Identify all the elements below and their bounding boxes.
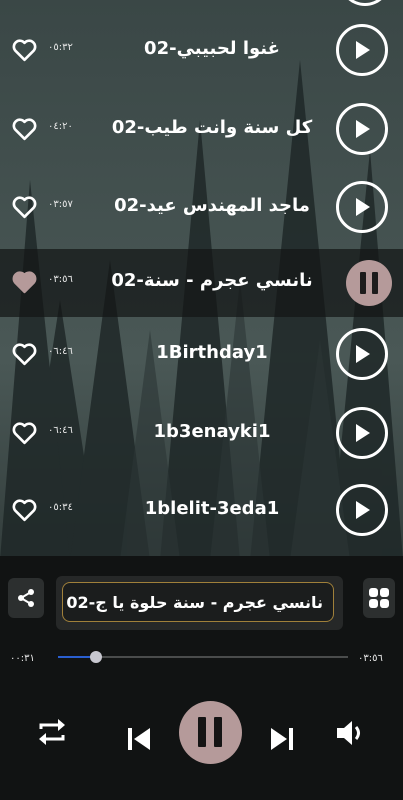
heart-icon[interactable]	[11, 421, 38, 445]
play-icon	[356, 198, 370, 216]
track-duration: ٠٥:٣٤	[48, 502, 73, 513]
list-item[interactable]: ٠٥:٣٢ 02-غنوا لحبيبي	[0, 17, 403, 85]
track-title: 02-كل سنة وانت طيب	[111, 117, 313, 138]
list-item[interactable]: ٠٦:٤٦ 1Birthday1	[0, 321, 403, 389]
play-button[interactable]	[336, 407, 388, 459]
play-button[interactable]	[336, 328, 388, 380]
track-duration: ٠٣:٥٧	[48, 199, 73, 210]
play-icon	[356, 345, 370, 363]
list-item[interactable]: ٠٤:٢٠ 02-كل سنة وانت طيب	[0, 96, 403, 164]
play-icon	[356, 501, 370, 519]
heart-icon[interactable]	[11, 270, 38, 294]
list-item[interactable]: ٠٥:٣٤ 1blelit-3eda1	[0, 477, 403, 545]
current-time: ٠٠:٣١	[10, 653, 35, 664]
player-panel: 02-نانسي عجرم - سنة حلوة يا ج ٠٠:٣١ ٠٣:٥…	[0, 556, 403, 800]
volume-icon[interactable]	[335, 718, 367, 748]
track-title: 1blelit-3eda1	[144, 498, 280, 519]
repeat-icon[interactable]	[36, 716, 68, 748]
now-playing-marquee: 02-نانسي عجرم - سنة حلوة يا ج	[62, 582, 334, 622]
play-button[interactable]	[336, 181, 388, 233]
now-playing-box[interactable]: 02-نانسي عجرم - سنة حلوة يا ج	[56, 576, 343, 630]
grid-button[interactable]	[363, 578, 395, 618]
track-title: 02-غنوا لحبيبي	[144, 38, 280, 59]
heart-icon[interactable]	[11, 38, 38, 62]
skip-next-icon[interactable]	[268, 726, 296, 752]
track-title: 02-نانسي عجرم - سنة	[111, 270, 313, 291]
heart-icon[interactable]	[11, 117, 38, 141]
heart-icon[interactable]	[11, 498, 38, 522]
share-icon	[18, 589, 34, 607]
skip-previous-icon[interactable]	[125, 726, 153, 752]
track-title: 1b3enayki1	[153, 421, 271, 442]
track-duration: ٠٦:٤٦	[48, 346, 73, 357]
play-icon	[356, 424, 370, 442]
track-duration: ٠٤:٢٠	[48, 121, 73, 132]
seek-bar[interactable]	[58, 651, 348, 663]
list-item-active[interactable]: ٠٣:٥٦ 02-نانسي عجرم - سنة	[0, 249, 403, 317]
grid-icon	[369, 588, 389, 608]
track-duration: ٠٦:٤٦	[48, 425, 73, 436]
heart-icon[interactable]	[11, 195, 38, 219]
pause-button[interactable]	[346, 260, 392, 306]
total-time: ٠٣:٥٦	[358, 653, 383, 664]
now-playing-title: 02-نانسي عجرم - سنة حلوة يا ج	[66, 593, 323, 612]
play-button[interactable]	[336, 484, 388, 536]
heart-icon[interactable]	[11, 342, 38, 366]
share-button[interactable]	[8, 578, 44, 618]
play-button[interactable]	[336, 24, 388, 76]
track-title: 1Birthday1	[156, 342, 268, 363]
track-duration: ٠٥:٣٢	[48, 42, 73, 53]
play-button[interactable]	[336, 103, 388, 155]
track-duration: ٠٣:٥٦	[48, 274, 73, 285]
play-icon	[356, 41, 370, 59]
list-item[interactable]: ٠٦:٤٦ 1b3enayki1	[0, 400, 403, 468]
main-pause-button[interactable]	[179, 701, 242, 764]
seek-bar-thumb[interactable]	[89, 651, 102, 663]
track-title: 02-ماجد المهندس عيد	[114, 195, 310, 216]
play-icon	[356, 120, 370, 138]
list-item[interactable]: ٠٣:٥٧ 02-ماجد المهندس عيد	[0, 174, 403, 242]
